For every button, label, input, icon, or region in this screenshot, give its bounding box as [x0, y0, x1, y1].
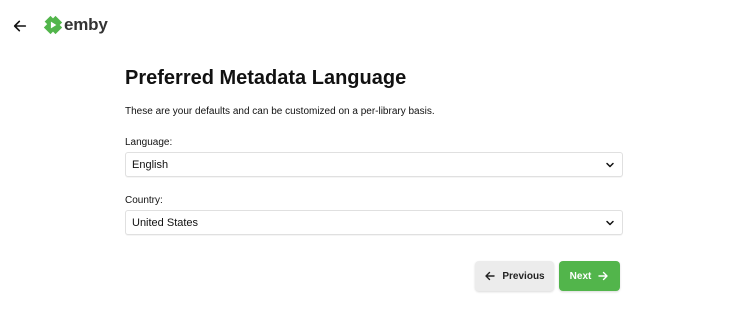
language-value: English	[132, 158, 169, 171]
next-label: Next	[569, 270, 592, 282]
country-label: Country:	[125, 195, 163, 206]
page-subtitle: These are your defaults and can be custo…	[125, 106, 435, 117]
header-bar: emby	[0, 0, 750, 52]
wizard-buttons: Previous Next	[475, 261, 620, 291]
wizard-content: Preferred Metadata Language These are yo…	[125, 64, 623, 235]
country-value: United States	[132, 216, 199, 229]
arrow-left-icon	[13, 20, 27, 32]
previous-button[interactable]: Previous	[475, 261, 554, 291]
language-label: Language:	[125, 137, 173, 148]
emby-play-diamond-icon	[43, 15, 63, 35]
language-select[interactable]: English	[125, 152, 623, 177]
back-button[interactable]	[9, 15, 31, 37]
chevron-down-icon	[606, 220, 614, 225]
arrow-right-icon	[598, 271, 609, 281]
country-select[interactable]: United States	[125, 210, 623, 235]
logo-text: emby	[64, 15, 108, 34]
arrow-left-icon	[485, 271, 496, 281]
emby-logo[interactable]: emby	[43, 14, 108, 36]
next-button[interactable]: Next	[559, 261, 620, 291]
page-title: Preferred Metadata Language	[125, 67, 407, 89]
previous-label: Previous	[502, 270, 545, 282]
chevron-down-icon	[606, 162, 614, 167]
